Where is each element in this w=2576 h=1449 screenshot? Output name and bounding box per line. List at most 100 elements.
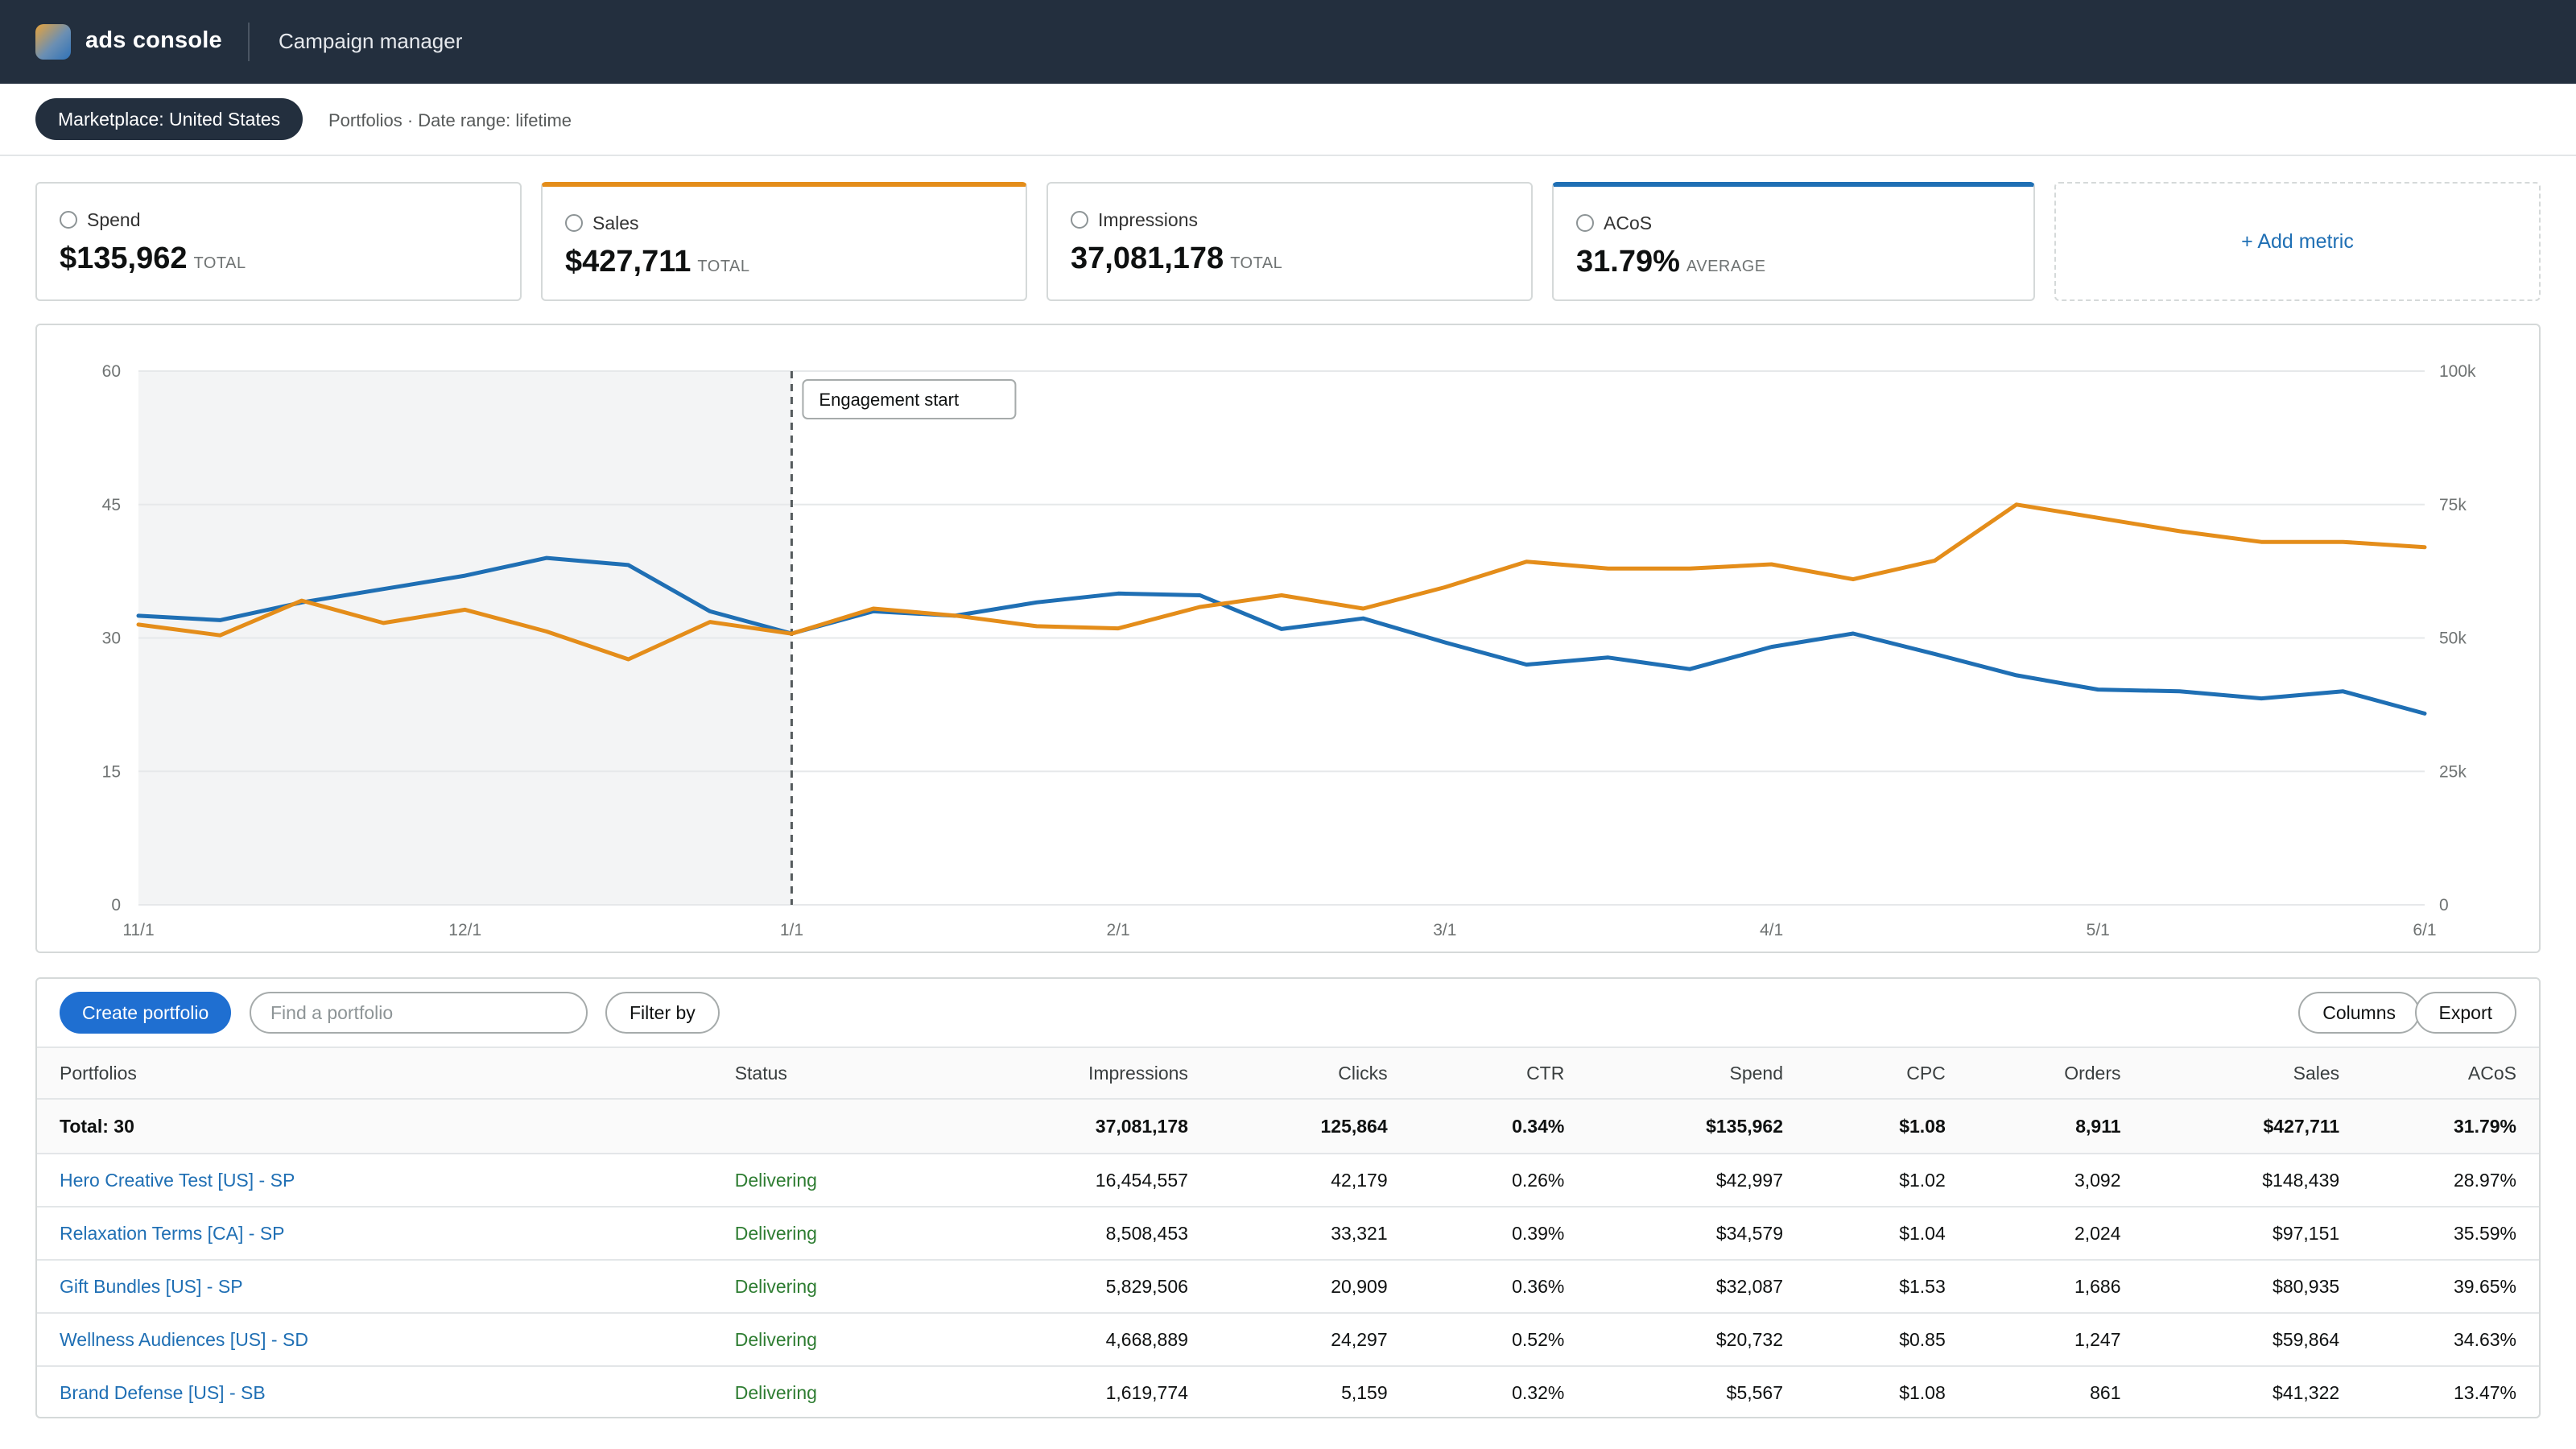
- table-cell: 1,686: [1967, 1260, 2144, 1314]
- table-cell: 0.32%: [1410, 1366, 1587, 1417]
- table-cell: 42,179: [1210, 1154, 1410, 1208]
- table-row: Hero Creative Test [US] - SP Delivering …: [37, 1154, 2539, 1208]
- y-left-tick-label: 45: [102, 496, 121, 514]
- date-range-context: Portfolios · Date range: lifetime: [328, 110, 572, 130]
- portfolio-name-link[interactable]: Gift Bundles [US] - SP: [37, 1260, 712, 1314]
- metric-card-impressions[interactable]: Impressions 37,081,178 TOTAL: [1046, 182, 1533, 301]
- column-header-status[interactable]: Status: [712, 1047, 922, 1099]
- table-cell: $34,579: [1587, 1207, 1806, 1261]
- metric-radio-icon[interactable]: [1071, 211, 1088, 229]
- column-header-impressions[interactable]: Impressions: [921, 1047, 1211, 1099]
- table-cell: $1.02: [1806, 1154, 1968, 1208]
- table-cell: 24,297: [1210, 1313, 1410, 1367]
- table-cell: $42,997: [1587, 1154, 1806, 1208]
- table-row: Gift Bundles [US] - SP Delivering 5,829,…: [37, 1260, 2539, 1314]
- top-bar: ads console Campaign manager: [0, 0, 2576, 84]
- add-metric-card[interactable]: + Add metric: [2054, 182, 2541, 301]
- export-button[interactable]: Export: [2414, 992, 2516, 1034]
- metric-radio-icon[interactable]: [565, 214, 583, 232]
- y-left-tick-label: 15: [102, 762, 121, 781]
- total-cell: $427,711: [2143, 1099, 2363, 1154]
- y-right-tick-label: 25k: [2439, 762, 2467, 781]
- table-cell: $0.85: [1806, 1313, 1968, 1367]
- status-text: Delivering: [712, 1260, 922, 1314]
- column-header-sales[interactable]: Sales: [2144, 1047, 2363, 1099]
- metric-value: $427,711 TOTAL: [565, 245, 750, 279]
- header-divider: [248, 23, 250, 61]
- table-cell: 1,619,774: [921, 1366, 1211, 1417]
- status-text: Delivering: [712, 1313, 922, 1367]
- table-cell: $97,151: [2143, 1207, 2363, 1261]
- section-title: Campaign manager: [279, 29, 463, 53]
- metric-card-acos[interactable]: ACoS 31.79% AVERAGE: [1552, 182, 2035, 301]
- portfolio-search-input[interactable]: [250, 992, 588, 1034]
- table-cell: 0.26%: [1410, 1154, 1587, 1208]
- portfolios-table-panel: Create portfolio Filter by Columns Expor…: [35, 977, 2541, 1418]
- column-header-cpc[interactable]: CPC: [1806, 1047, 1968, 1099]
- metric-label: ACoS: [1604, 213, 1653, 233]
- x-tick-label: 4/1: [1760, 921, 1783, 939]
- table-cell: 1,247: [1967, 1313, 2144, 1367]
- create-portfolio-button[interactable]: Create portfolio: [60, 992, 232, 1034]
- x-tick-label: 12/1: [448, 921, 481, 939]
- table-cell: 0.36%: [1410, 1260, 1587, 1314]
- table-cell: $59,864: [2143, 1313, 2363, 1367]
- column-header-clicks[interactable]: Clicks: [1211, 1047, 1410, 1099]
- table-cell: 4,668,889: [921, 1313, 1211, 1367]
- metric-radio-icon[interactable]: [1576, 214, 1594, 232]
- columns-button[interactable]: Columns: [2298, 992, 2420, 1034]
- add-metric-button[interactable]: + Add metric: [2056, 184, 2539, 299]
- table-cell: 861: [1967, 1366, 2144, 1417]
- column-header-portfolios[interactable]: Portfolios: [37, 1047, 712, 1099]
- table-cell: $1.08: [1806, 1366, 1968, 1417]
- table-cell: 35.59%: [2362, 1207, 2539, 1261]
- portfolio-name-link[interactable]: Wellness Audiences [US] - SD: [37, 1313, 712, 1367]
- column-header-orders[interactable]: Orders: [1968, 1047, 2144, 1099]
- table-header-row: Portfolios Status Impressions Clicks CTR…: [37, 1047, 2539, 1099]
- total-row: Total: 30 37,081,178 125,864 0.34% $135,…: [37, 1099, 2539, 1154]
- total-cell: $135,962: [1587, 1099, 1806, 1154]
- table-cell: 3,092: [1967, 1154, 2144, 1208]
- x-tick-label: 5/1: [2087, 921, 2110, 939]
- y-right-tick-label: 50k: [2439, 630, 2467, 648]
- metric-radio-icon[interactable]: [60, 211, 77, 229]
- table-cell: 34.63%: [2362, 1313, 2539, 1367]
- table-cell: 39.65%: [2362, 1260, 2539, 1314]
- metric-label: Spend: [87, 209, 141, 230]
- table-cell: 5,159: [1210, 1366, 1410, 1417]
- column-header-ctr[interactable]: CTR: [1410, 1047, 1587, 1099]
- metric-label: Impressions: [1098, 209, 1198, 230]
- metric-value: 31.79% AVERAGE: [1576, 245, 1766, 279]
- table-cell: $5,567: [1587, 1366, 1806, 1417]
- y-right-tick-label: 0: [2439, 896, 2449, 914]
- engagement-annotation-label: Engagement start: [819, 390, 959, 410]
- portfolio-name-link[interactable]: Hero Creative Test [US] - SP: [37, 1154, 712, 1208]
- y-left-tick-label: 30: [102, 630, 121, 648]
- column-header-acos[interactable]: ACoS: [2362, 1047, 2539, 1099]
- x-tick-label: 6/1: [2413, 921, 2436, 939]
- table-cell: $1.04: [1806, 1207, 1968, 1261]
- metric-card-sales[interactable]: Sales $427,711 TOTAL: [541, 182, 1027, 301]
- total-cell: 31.79%: [2362, 1099, 2539, 1154]
- chart-svg: 0 15 30 45 60 0 25k 50k 75k 100k 11/1 12/1 1/1 2/1 3/1…: [102, 362, 2476, 939]
- total-cell: 0.34%: [1410, 1099, 1587, 1154]
- x-tick-label: 2/1: [1107, 921, 1130, 939]
- total-cell: $1.08: [1806, 1099, 1968, 1154]
- context-bar: Marketplace: United States Portfolios · …: [0, 84, 2576, 156]
- status-text: Delivering: [712, 1154, 922, 1208]
- metric-card-spend[interactable]: Spend $135,962 TOTAL: [35, 182, 522, 301]
- table-cell: 13.47%: [2362, 1366, 2539, 1417]
- table-cell: $80,935: [2143, 1260, 2363, 1314]
- filter-by-button[interactable]: Filter by: [605, 992, 720, 1034]
- marketplace-selector[interactable]: Marketplace: United States: [35, 98, 303, 140]
- table-cell: 28.97%: [2362, 1154, 2539, 1208]
- table-cell: $41,322: [2143, 1366, 2363, 1417]
- app-logo-icon[interactable]: [35, 24, 71, 60]
- table-cell: 33,321: [1210, 1207, 1410, 1261]
- portfolio-name-link[interactable]: Relaxation Terms [CA] - SP: [37, 1207, 712, 1261]
- total-cell: 125,864: [1210, 1099, 1410, 1154]
- portfolio-name-link[interactable]: Brand Defense [US] - SB: [37, 1366, 712, 1417]
- table-cell: 0.52%: [1410, 1313, 1587, 1367]
- column-header-spend[interactable]: Spend: [1587, 1047, 1806, 1099]
- metric-value: 37,081,178 TOTAL: [1071, 242, 1283, 275]
